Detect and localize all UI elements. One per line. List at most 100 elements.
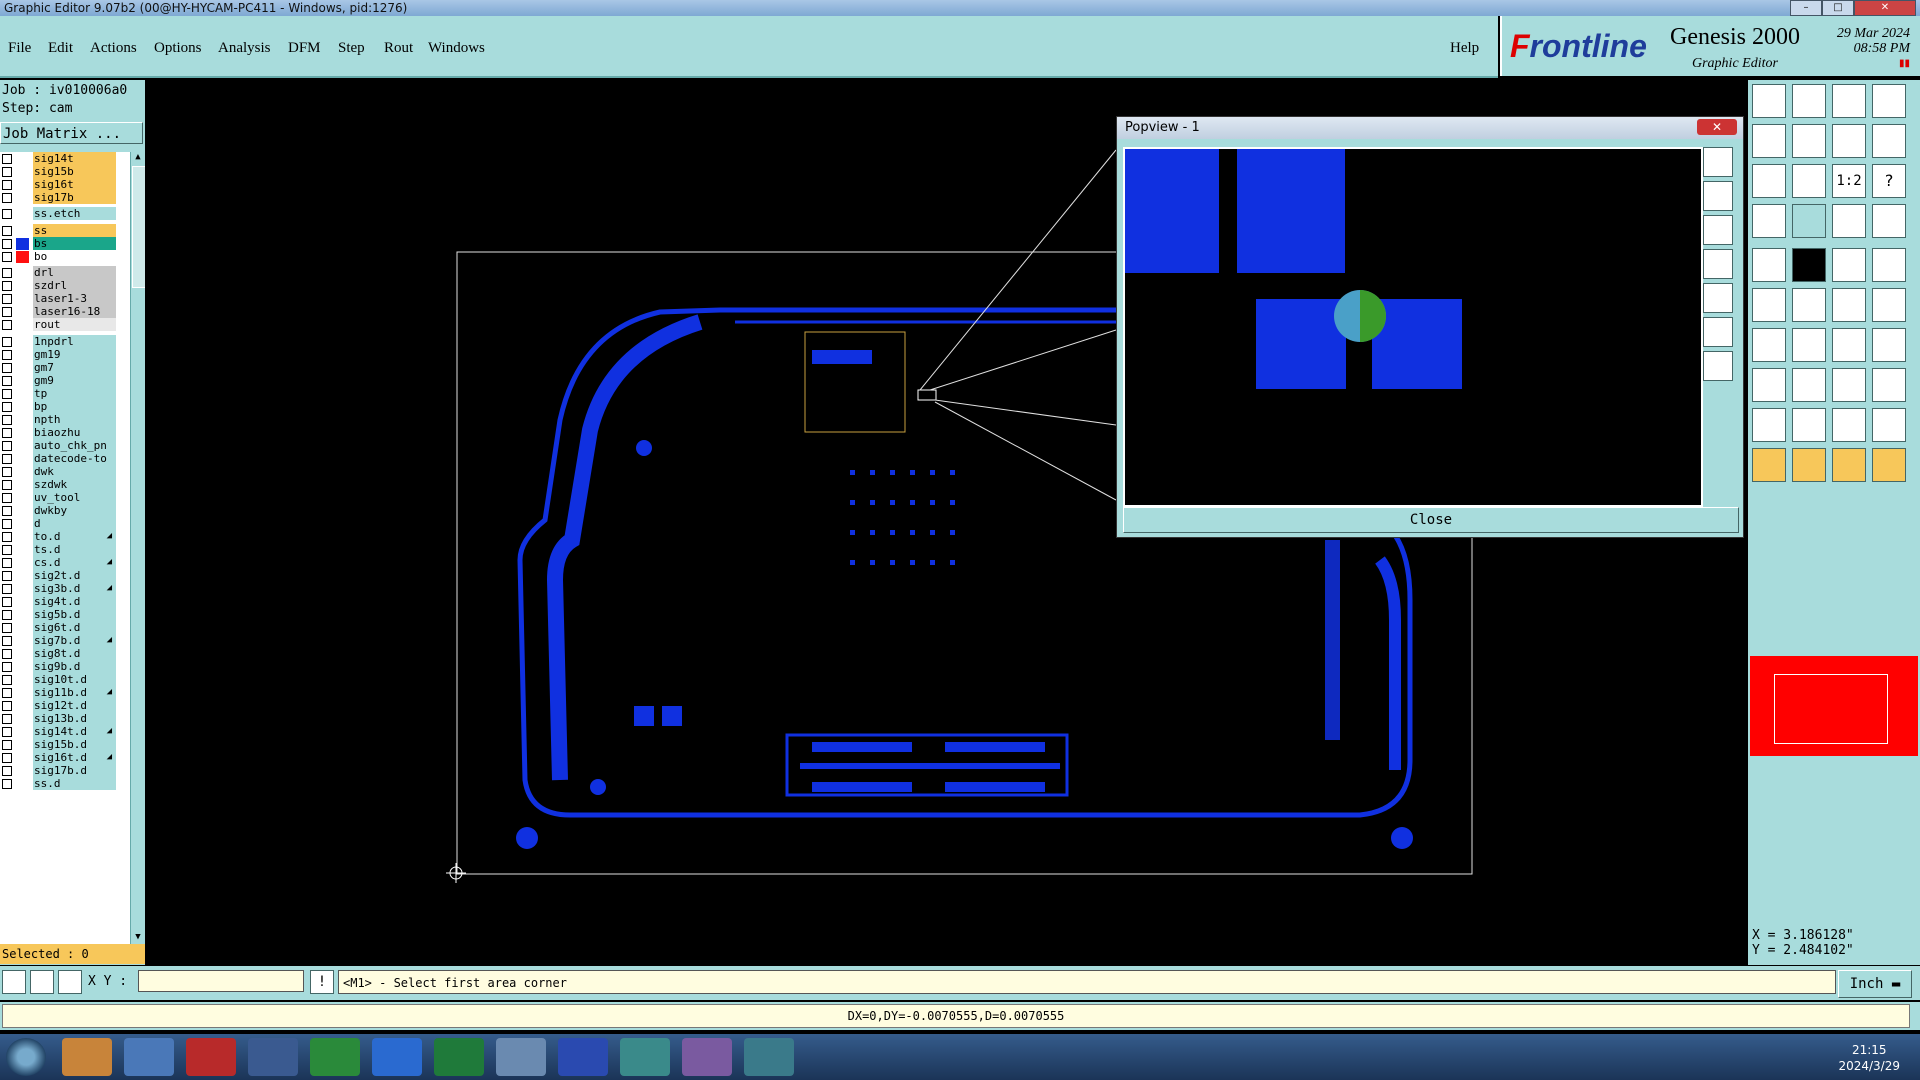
tool-scale-icon[interactable]: 1:2: [1832, 164, 1866, 198]
layer-name[interactable]: sig14t: [33, 152, 116, 165]
layer-checkbox[interactable]: [2, 180, 12, 190]
tool-layer-up-icon[interactable]: [1752, 84, 1786, 118]
tool-surface-alt-icon[interactable]: [1872, 408, 1906, 442]
layer-row[interactable]: sig4t.d: [0, 595, 120, 609]
scroll-up-icon[interactable]: ▲: [132, 152, 144, 164]
tool-ruler-icon[interactable]: [1832, 248, 1866, 282]
scroll-thumb[interactable]: [132, 166, 146, 288]
layer-checkbox[interactable]: [2, 294, 12, 304]
layer-list[interactable]: sig14t sig15b sig16t sig17b ss.etch ss bs bo drl…: [0, 152, 145, 944]
layer-name[interactable]: sig3b.d ◢: [33, 582, 116, 595]
tool-polygon-icon[interactable]: [1752, 408, 1786, 442]
layer-row[interactable]: ss.d: [0, 777, 120, 791]
layer-checkbox[interactable]: [2, 167, 12, 177]
cmd-tool-2-icon[interactable]: [30, 970, 54, 994]
layer-name[interactable]: dwk: [33, 465, 116, 478]
layer-checkbox[interactable]: [2, 545, 12, 555]
layer-row[interactable]: laser1-3: [0, 292, 120, 306]
layer-name[interactable]: sig15b: [33, 165, 116, 178]
layer-checkbox[interactable]: [2, 154, 12, 164]
layer-name[interactable]: to.d ◢: [33, 530, 116, 543]
system-clock[interactable]: 21:15 2024/3/29: [1838, 1042, 1900, 1074]
tool-window-icon[interactable]: [1872, 84, 1906, 118]
tool-polygon-alt-icon[interactable]: [1792, 408, 1826, 442]
taskbar-app-6-icon[interactable]: [372, 1038, 422, 1076]
layer-name[interactable]: sig17b.d: [33, 764, 116, 777]
tool-next-icon[interactable]: [1792, 124, 1826, 158]
layer-row[interactable]: sig13b.d: [0, 712, 120, 726]
layer-row[interactable]: gm19: [0, 348, 120, 362]
layer-row[interactable]: sig14t: [0, 152, 120, 166]
layer-row[interactable]: dwkby: [0, 504, 120, 518]
popview-title-bar[interactable]: Popview - 1 ✕: [1117, 117, 1743, 139]
layer-name[interactable]: tp: [33, 387, 116, 400]
popview-zoom-in-icon[interactable]: [1703, 147, 1733, 177]
menu-options[interactable]: Options: [154, 40, 202, 57]
layer-name[interactable]: rout: [33, 318, 116, 331]
layer-name[interactable]: bp: [33, 400, 116, 413]
layer-name[interactable]: npth: [33, 413, 116, 426]
xy-input[interactable]: [138, 970, 304, 992]
layer-name[interactable]: sig17b: [33, 191, 116, 204]
popview-back-icon[interactable]: [1703, 249, 1733, 279]
tool-pad-add-icon[interactable]: [1752, 368, 1786, 402]
layer-color-swatch[interactable]: [16, 251, 29, 263]
scroll-down-icon[interactable]: ▼: [132, 932, 144, 944]
minimize-button[interactable]: –: [1790, 0, 1822, 16]
taskbar-excel-icon[interactable]: [434, 1038, 484, 1076]
layer-row[interactable]: to.d ◢: [0, 530, 120, 544]
layer-row[interactable]: sig16t.d ◢: [0, 751, 120, 765]
overview-map[interactable]: [1750, 656, 1918, 756]
layer-row[interactable]: bo: [0, 250, 120, 264]
layer-checkbox[interactable]: [2, 571, 12, 581]
layer-checkbox[interactable]: [2, 753, 12, 763]
popview-window[interactable]: Popview - 1 ✕ Close: [1116, 116, 1744, 538]
tool-slash-icon[interactable]: [1792, 328, 1826, 362]
layer-name[interactable]: sig2t.d: [33, 569, 116, 582]
layer-name[interactable]: ss: [33, 224, 116, 237]
layer-row[interactable]: sig12t.d: [0, 699, 120, 713]
layer-row[interactable]: sig15b: [0, 165, 120, 179]
tool-line-icon[interactable]: [1832, 288, 1866, 322]
layer-checkbox[interactable]: [2, 493, 12, 503]
popview-forward-icon[interactable]: [1703, 283, 1733, 313]
tool-snap-icon[interactable]: [1872, 124, 1906, 158]
layer-name[interactable]: ss.etch: [33, 207, 116, 220]
maximize-button[interactable]: □: [1822, 0, 1854, 16]
layer-name[interactable]: dwkby: [33, 504, 116, 517]
layer-name[interactable]: sig7b.d ◢: [33, 634, 116, 647]
layer-row[interactable]: sig5b.d: [0, 608, 120, 622]
menu-analysis[interactable]: Analysis: [218, 40, 271, 57]
close-window-button[interactable]: ✕: [1854, 0, 1916, 16]
taskbar-app-8-icon[interactable]: [496, 1038, 546, 1076]
taskbar-app-3-icon[interactable]: [186, 1038, 236, 1076]
layer-checkbox[interactable]: [2, 209, 12, 219]
layer-checkbox[interactable]: [2, 428, 12, 438]
layer-checkbox[interactable]: [2, 766, 12, 776]
layer-row[interactable]: sig6t.d: [0, 621, 120, 635]
taskbar-app-10-icon[interactable]: [620, 1038, 670, 1076]
tool-select-edit-icon[interactable]: [1832, 448, 1866, 482]
layer-checkbox[interactable]: [2, 454, 12, 464]
layer-row[interactable]: uv_tool: [0, 491, 120, 505]
job-matrix-button[interactable]: Job Matrix ...: [0, 122, 143, 144]
layer-row[interactable]: sig16t: [0, 178, 120, 192]
layer-checkbox[interactable]: [2, 193, 12, 203]
layer-name[interactable]: bo: [33, 250, 116, 263]
layer-color-swatch[interactable]: [16, 238, 29, 250]
layer-checkbox[interactable]: [2, 467, 12, 477]
layer-name[interactable]: ts.d: [33, 543, 116, 556]
tool-net-icon[interactable]: [1832, 204, 1866, 238]
layer-checkbox[interactable]: [2, 441, 12, 451]
tool-draw-line-icon[interactable]: [1752, 328, 1786, 362]
layer-name[interactable]: laser1-3: [33, 292, 116, 305]
layer-checkbox[interactable]: [2, 688, 12, 698]
popview-fit-icon[interactable]: [1703, 317, 1733, 347]
layer-name[interactable]: drl: [33, 266, 116, 279]
layer-name[interactable]: sig4t.d: [33, 595, 116, 608]
layer-name[interactable]: szdwk: [33, 478, 116, 491]
layer-checkbox[interactable]: [2, 480, 12, 490]
popview-zoom-view[interactable]: [1123, 147, 1703, 507]
layer-row[interactable]: sig3b.d ◢: [0, 582, 120, 596]
layer-row[interactable]: gm7: [0, 361, 120, 375]
